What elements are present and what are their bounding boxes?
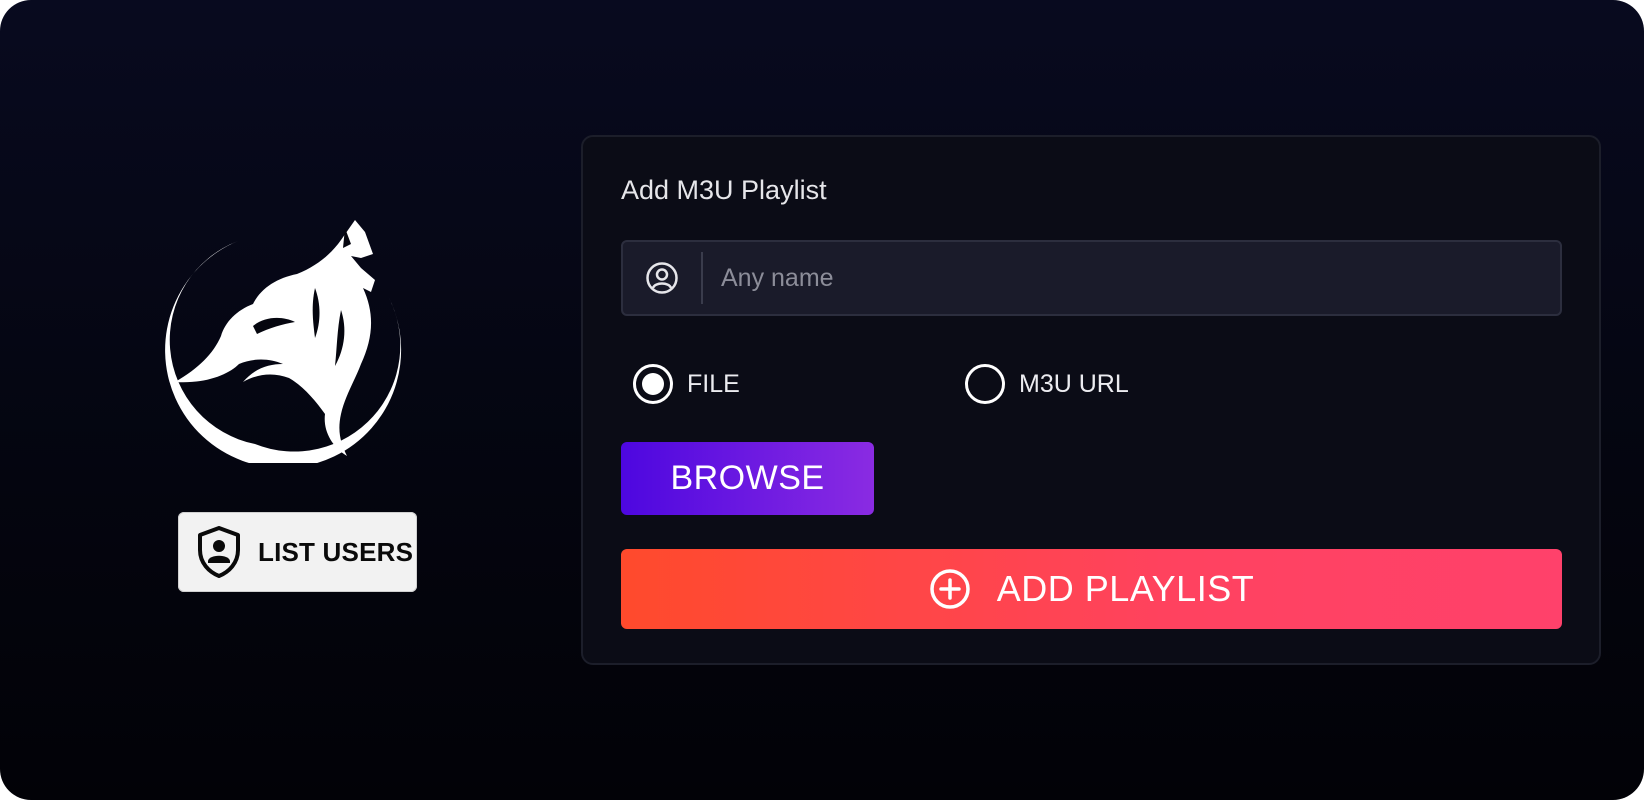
list-users-label: LIST USERS	[258, 536, 414, 567]
radio-selected-dot	[642, 373, 664, 395]
radio-m3u-url-circle	[965, 364, 1005, 404]
name-field[interactable]	[621, 240, 1562, 316]
radio-m3u-url-label: M3U URL	[1019, 369, 1129, 398]
radio-file-circle	[633, 364, 673, 404]
wolf-logo-icon	[165, 218, 430, 469]
add-playlist-card: Add M3U Playlist FILE M3U URL BROW	[581, 135, 1601, 665]
radio-file[interactable]: FILE	[633, 364, 740, 404]
add-playlist-button[interactable]: ADD PLAYLIST	[621, 549, 1562, 629]
plus-circle-icon	[929, 568, 971, 610]
radio-m3u-url[interactable]: M3U URL	[965, 364, 1129, 404]
list-users-button[interactable]: LIST USERS	[178, 512, 417, 592]
browse-label: BROWSE	[670, 459, 825, 497]
card-title: Add M3U Playlist	[621, 175, 827, 205]
user-circle-icon	[623, 242, 701, 314]
radio-file-label: FILE	[687, 369, 740, 398]
playlist-name-input[interactable]	[703, 241, 1560, 315]
shield-user-icon	[194, 524, 244, 580]
app-window: LIST USERS Add M3U Playlist FILE M3U	[0, 0, 1644, 800]
browse-button[interactable]: BROWSE	[621, 442, 874, 515]
add-playlist-label: ADD PLAYLIST	[996, 568, 1255, 609]
